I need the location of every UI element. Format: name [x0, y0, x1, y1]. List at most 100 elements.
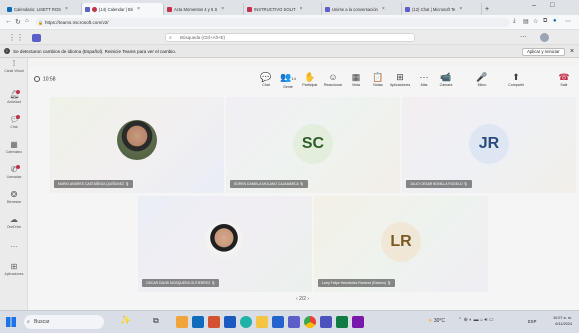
widgets-icon[interactable]: ✨ [120, 315, 131, 326]
notification-badge [16, 90, 20, 94]
language-indicator[interactable]: ESP [528, 319, 536, 324]
apply-restart-button[interactable]: Aplicar y reiniciar [522, 47, 565, 56]
chat-icon: 💬 [260, 72, 272, 82]
avatar[interactable] [540, 33, 549, 42]
store-app-icon[interactable] [272, 316, 284, 328]
teams-favicon-icon [85, 6, 90, 12]
close-tab-icon[interactable]: × [300, 6, 303, 12]
teams-logo-icon [32, 34, 41, 42]
browser-tab[interactable]: Unirse a la conversación × [322, 3, 402, 15]
rail-item-calls[interactable]: ✆ Llamadas [0, 165, 28, 179]
participant-tile[interactable]: JR JULIO CESAR BONILLA RODELO 🎙︎ [402, 97, 576, 193]
taskbar-search-input[interactable]: ⌕ Buscar [24, 315, 104, 329]
calendar-icon: ▦ [10, 140, 18, 149]
close-tab-icon[interactable]: × [137, 6, 140, 12]
apps-button[interactable]: ⊞ Aplicaciones [390, 71, 410, 87]
rail-item-more[interactable]: ... [0, 241, 28, 250]
browser-tab[interactable]: Acta Momentos 4 y 5 S × [164, 3, 244, 15]
teams-classic-app-icon[interactable] [320, 316, 332, 328]
browser-tab[interactable]: (12) Chat | Microsoft Te × [402, 3, 482, 15]
search-icon: ⌕ [27, 319, 30, 325]
close-tab-icon[interactable]: × [65, 6, 68, 12]
react-button[interactable]: ☺ Reaccionar [323, 71, 343, 87]
refresh-icon[interactable]: ↻ [15, 18, 21, 26]
participant-initials-avatar: LR [381, 222, 421, 262]
teams-favicon-icon [325, 6, 330, 12]
participant-initials-avatar: JR [469, 124, 509, 164]
read-aloud-icon[interactable]: ▤ [523, 18, 529, 25]
browser-tab[interactable]: Calendario: LISETT ROS × [4, 3, 82, 15]
participant-photo [204, 221, 244, 261]
share-button[interactable]: ⬆ Compartir [506, 71, 526, 87]
search-input[interactable]: ⌕ Búsqueda (Ctrl+Alt+E) [165, 33, 415, 42]
maximize-icon[interactable]: □ [550, 2, 554, 9]
rail-item-onedrive[interactable]: ☁ OneDrive [0, 216, 28, 230]
outlook-app-icon[interactable] [192, 316, 204, 328]
extensions-icon[interactable]: ⧉ [543, 18, 547, 25]
rail-item-chat[interactable]: 💬︎ Chat [0, 115, 28, 129]
more-button[interactable]: ⋯ Más [414, 71, 434, 87]
more-options-icon[interactable]: ⋯ [520, 33, 527, 41]
view-button[interactable]: ▦ Vista [346, 71, 366, 87]
participant-tile[interactable]: SC SOREN DANIELA MOLANO CAJAMARCA 🎙︎ [226, 97, 400, 193]
edge-app-icon[interactable] [240, 316, 252, 328]
onenote-app-icon[interactable] [352, 316, 364, 328]
rail-item-activity[interactable]: 🔔︎ Actividad [0, 90, 28, 104]
clock[interactable]: 10:07 a. m. 6/11/2024 [542, 315, 572, 327]
notes-button[interactable]: 📋 Notas [368, 71, 388, 87]
grid-icon: ▦ [351, 72, 361, 82]
system-tray-icons[interactable]: ⌃ ⊕ ◐ ▬ ⌂ 🔊︎ ▭ [458, 317, 494, 323]
raise-hand-button[interactable]: ✋ Participar [300, 71, 320, 87]
close-tab-icon[interactable]: × [221, 6, 224, 12]
weather-widget[interactable]: ☀ 30°C [428, 318, 445, 324]
windows-start-icon[interactable] [6, 317, 16, 327]
rail-item-wellbeing[interactable]: ❂ Bienestar [0, 191, 28, 205]
browser-menu-icon[interactable]: ⋯ [565, 18, 571, 25]
address-bar-row: ← ↻ ⌂ 🔒 https://teams.microsoft.com/v2/ … [0, 15, 579, 30]
favorites-icon[interactable]: ☆ [533, 18, 538, 25]
rail-item-calendar[interactable]: ▦ Calendario [0, 140, 28, 155]
photos-app-icon[interactable] [176, 316, 188, 328]
browser-tab-active[interactable]: (14) Calendar | Bri × [82, 3, 164, 15]
mic-button[interactable]: 🎤 Micro [472, 71, 492, 87]
back-icon[interactable]: ← [5, 18, 12, 25]
windows-taskbar: ⌕ Buscar ✨ ⧉ ☀ 30°C ⌃ ⊕ ◐ ▬ ⌂ 🔊︎ ▭ ESP 1… [0, 310, 579, 333]
chevron-left-icon[interactable]: ‹ [296, 296, 298, 302]
word-app-icon[interactable] [224, 316, 236, 328]
chat-button[interactable]: 💬 Chat [256, 71, 276, 87]
close-tab-icon[interactable]: × [459, 6, 462, 12]
new-tab-button[interactable]: + [482, 3, 492, 15]
notification-badge [16, 115, 20, 119]
teams-app-icon[interactable] [288, 316, 300, 328]
participant-tile[interactable]: OSCAR DAVID MOSQUERA GUTIERREZ 🎙︎ [138, 196, 312, 292]
home-icon[interactable]: ⌂ [25, 18, 29, 24]
profile-icon[interactable]: ● [553, 18, 557, 24]
close-banner-icon[interactable]: × [570, 45, 574, 58]
minimize-icon[interactable]: – [532, 2, 536, 9]
camera-button[interactable]: 📹 Cámara [436, 71, 456, 87]
powerpoint-app-icon[interactable] [208, 316, 220, 328]
excel-app-icon[interactable] [336, 316, 348, 328]
app-grid-icon[interactable]: ⋮⋮ [8, 33, 24, 42]
participant-tile[interactable]: MARIO ANDRES CASTAÑEDA QUIÑONEZ 🎙︎ [50, 97, 224, 193]
rail-item-apps[interactable]: ⊞ Aplicaciones [0, 263, 28, 277]
participant-tile[interactable]: LR Larry Felipe Hernández Ramírez (Exter… [314, 196, 488, 292]
participant-initials-avatar: SC [293, 124, 333, 164]
close-tab-icon[interactable]: × [382, 6, 385, 12]
participant-name: SOREN DANIELA MOLANO CAJAMARCA 🎙︎ [230, 180, 308, 188]
url-field[interactable]: 🔒 https://teams.microsoft.com/v2/ [35, 18, 510, 27]
leave-button[interactable]: ☎ Salir [554, 71, 574, 87]
chevron-right-icon[interactable]: › [307, 296, 309, 302]
recording-icon [92, 6, 97, 12]
browser-tab[interactable]: INSTRUCTIVO SOLIT × [244, 3, 322, 15]
explorer-app-icon[interactable] [256, 316, 268, 328]
meeting-toolbar: 💬 Chat 👥14 Gente ✋ Participar ☺ Reaccionar ▦… [28, 71, 579, 95]
rail-item-canal[interactable]: ⁞ Canal Virtual [0, 60, 28, 74]
task-view-icon[interactable]: ⧉ [153, 316, 159, 326]
chrome-app-icon[interactable] [304, 316, 316, 328]
download-icon[interactable]: ⤓ [513, 18, 516, 25]
people-button[interactable]: 👥14 Gente [278, 71, 298, 89]
more-icon: ... [10, 240, 18, 249]
more-icon: ⋯ [419, 72, 429, 82]
participant-name: JULIO CESAR BONILLA RODELO 🎙︎ [406, 180, 472, 188]
